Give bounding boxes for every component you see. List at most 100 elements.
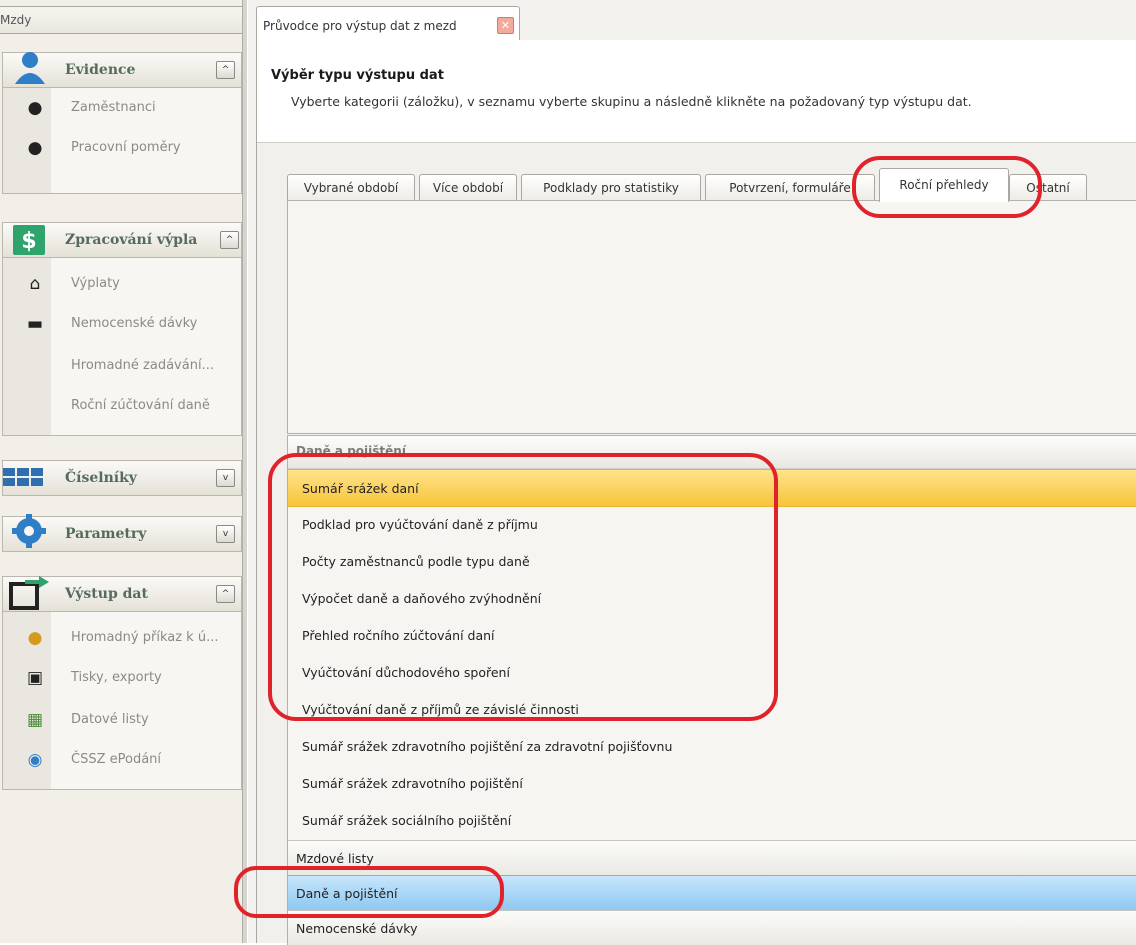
nav-item-label: Hromadný příkaz k ú... bbox=[71, 630, 219, 645]
nav-item-label: Pracovní poměry bbox=[71, 140, 181, 155]
list-item-label: Podklad pro vyúčtování daně z příjmu bbox=[302, 517, 538, 532]
nav-item-label: ČSSZ ePodání bbox=[71, 752, 162, 767]
list-item-label: Vyúčtování důchodového spoření bbox=[302, 665, 510, 680]
list-item-label: Sumář srážek sociálního pojištění bbox=[302, 813, 512, 828]
group-nemocenske-davky[interactable]: Nemocenské dávky bbox=[288, 910, 1136, 945]
group-ciselniky-header[interactable]: Číselníky v bbox=[3, 461, 241, 495]
users-icon: ● bbox=[27, 138, 43, 158]
list-item-label: Počty zaměstnanců podle typu daně bbox=[302, 554, 530, 569]
datasheet-icon: ▦ bbox=[26, 710, 44, 730]
collapse-button[interactable]: ^ bbox=[216, 585, 235, 603]
nav-item-label: Nemocenské dávky bbox=[71, 316, 198, 331]
bed-icon: ▬ bbox=[26, 314, 44, 334]
svg-text:$: $ bbox=[21, 229, 36, 254]
list-item-label: Přehled ročního zúčtování daní bbox=[302, 628, 495, 643]
nav-item-label: Zaměstnanci bbox=[71, 100, 156, 115]
list-item[interactable]: Podklad pro vyúčtování daně z příjmu bbox=[288, 506, 1136, 542]
document-tab-label: Průvodce pro výstup dat z mezd bbox=[263, 19, 457, 33]
list-item[interactable]: Sumář srážek zdravotního pojištění bbox=[288, 765, 1136, 801]
navigation-panel: Mzdy Evidence ^ ● Zaměstnanci ● Pracovní… bbox=[0, 0, 246, 943]
group-parametry: Parametry v bbox=[2, 514, 242, 552]
nav-item-label: Hromadné zadávání... bbox=[71, 358, 214, 373]
group-label: Parametry bbox=[65, 526, 147, 542]
list-item-label: Vyúčtování daně z příjmů ze závislé činn… bbox=[302, 702, 579, 717]
export-icon bbox=[9, 576, 49, 610]
main-area: Průvodce pro výstup dat z mezd ✕ Výběr t… bbox=[248, 0, 1136, 945]
nav-item-label: Tisky, exporty bbox=[71, 670, 162, 685]
tab-panel bbox=[287, 200, 1136, 434]
group-row-label: Daně a pojištění bbox=[296, 886, 398, 901]
close-icon[interactable]: ✕ bbox=[497, 17, 514, 34]
list-category-label: Daně a pojištění bbox=[296, 444, 406, 458]
user-icon bbox=[15, 52, 45, 84]
output-list: Daně a pojištění Sumář srážek daní Podkl… bbox=[287, 435, 1136, 945]
group-vystup-dat: Výstup dat ^ ● Hromadný příkaz k ú... ▣ … bbox=[2, 576, 242, 790]
nav-item-label: Datové listy bbox=[71, 712, 149, 727]
group-label: Číselníky bbox=[65, 470, 137, 486]
collapse-button[interactable]: ^ bbox=[216, 61, 235, 79]
group-evidence-header[interactable]: Evidence ^ bbox=[3, 52, 241, 88]
page-description: Vyberte kategorii (záložku), v seznamu v… bbox=[291, 94, 972, 109]
tab-vybrane-obdobi[interactable]: Vybrané období bbox=[287, 174, 415, 202]
tab-rocni-prehledy[interactable]: Roční přehledy bbox=[879, 168, 1009, 202]
nav-item-datove-listy[interactable]: ▦ Datové listy bbox=[3, 701, 241, 739]
group-dane-a-pojisteni[interactable]: Daně a pojištění bbox=[288, 875, 1136, 910]
tab-ostatni[interactable]: Ostatní bbox=[1009, 174, 1087, 202]
list-item-label: Výpočet daně a daňového zvýhodnění bbox=[302, 591, 542, 606]
nav-item-pracovni-pomery[interactable]: ● Pracovní poměry bbox=[3, 129, 241, 167]
list-item[interactable]: Vyúčtování daně z příjmů ze závislé činn… bbox=[288, 691, 1136, 727]
expand-button[interactable]: v bbox=[216, 469, 235, 487]
list-item-label: Sumář srážek zdravotního pojištění bbox=[302, 776, 523, 791]
group-label: Evidence bbox=[65, 62, 136, 78]
list-item[interactable]: Vyúčtování důchodového spoření bbox=[288, 654, 1136, 690]
group-vystup-dat-header[interactable]: Výstup dat ^ bbox=[3, 576, 241, 612]
nav-item-label: Roční zúčtování daně bbox=[71, 398, 210, 413]
nav-item-hromadne-zadavani[interactable]: Hromadné zadávání... bbox=[3, 347, 241, 385]
list-item[interactable]: Výpočet daně a daňového zvýhodnění bbox=[288, 580, 1136, 616]
nav-item-nemocenske-davky[interactable]: ▬ Nemocenské dávky bbox=[3, 305, 241, 343]
list-item-label: Sumář srážek daní bbox=[302, 481, 419, 496]
coins-icon: ● bbox=[27, 628, 43, 648]
group-label: Výstup dat bbox=[65, 586, 148, 602]
wizard-header: Výběr typu výstupu dat Vyberte kategorii… bbox=[257, 40, 1136, 143]
gear-icon bbox=[12, 514, 46, 548]
list-item[interactable]: Sumář srážek daní bbox=[288, 469, 1136, 507]
list-item[interactable]: Sumář srážek sociálního pojištění bbox=[288, 802, 1136, 838]
panel-title: Mzdy bbox=[0, 6, 243, 34]
wizard-content: Výběr typu výstupu dat Vyberte kategorii… bbox=[256, 40, 1136, 945]
bank-icon: ⌂ bbox=[29, 274, 41, 294]
group-parametry-header[interactable]: Parametry v bbox=[3, 514, 241, 551]
group-ciselniky: Číselníky v bbox=[2, 460, 242, 496]
list-item[interactable]: Přehled ročního zúčtování daní bbox=[288, 617, 1136, 653]
group-evidence: Evidence ^ ● Zaměstnanci ● Pracovní pomě… bbox=[2, 52, 242, 194]
user-icon: ● bbox=[27, 98, 43, 118]
group-zpracovani-header[interactable]: $ Zpracování výpla ^ bbox=[3, 223, 241, 258]
expand-button[interactable]: v bbox=[216, 525, 235, 543]
group-mzdove-listy[interactable]: Mzdové listy bbox=[288, 840, 1136, 875]
grid-icon bbox=[3, 468, 43, 486]
panel-splitter[interactable] bbox=[242, 0, 247, 943]
nav-item-cssz-epodani[interactable]: ◉ ČSSZ ePodání bbox=[3, 741, 241, 779]
nav-item-rocni-zuctovani[interactable]: Roční zúčtování daně bbox=[3, 387, 241, 425]
dollar-icon: $ bbox=[13, 225, 45, 255]
list-item-label: Sumář srážek zdravotního pojištění za zd… bbox=[302, 739, 673, 754]
tab-vice-obdobi[interactable]: Více období bbox=[419, 174, 517, 202]
tab-podklady-statistiky[interactable]: Podklady pro statistiky bbox=[521, 174, 701, 202]
category-tabs: Vybrané období Více období Podklady pro … bbox=[287, 168, 1107, 202]
globe-doc-icon: ◉ bbox=[27, 750, 43, 770]
tab-potvrzeni-formulare[interactable]: Potvrzení, formuláře bbox=[705, 174, 875, 202]
group-row-label: Nemocenské dávky bbox=[296, 921, 418, 936]
collapse-button[interactable]: ^ bbox=[220, 231, 239, 249]
document-tab[interactable]: Průvodce pro výstup dat z mezd ✕ bbox=[256, 6, 520, 41]
nav-item-label: Výplaty bbox=[71, 276, 120, 291]
nav-item-tisky-exporty[interactable]: ▣ Tisky, exporty bbox=[3, 659, 241, 697]
page-title: Výběr typu výstupu dat bbox=[271, 68, 444, 83]
nav-item-vyplaty[interactable]: ⌂ Výplaty bbox=[3, 265, 241, 303]
list-item[interactable]: Sumář srážek zdravotního pojištění za zd… bbox=[288, 728, 1136, 764]
nav-item-hromadny-prikaz[interactable]: ● Hromadný příkaz k ú... bbox=[3, 619, 241, 657]
printer-icon: ▣ bbox=[26, 668, 44, 688]
list-item[interactable]: Počty zaměstnanců podle typu daně bbox=[288, 543, 1136, 579]
group-label: Zpracování výpla bbox=[65, 232, 198, 248]
group-row-label: Mzdové listy bbox=[296, 851, 374, 866]
nav-item-zamestnanci[interactable]: ● Zaměstnanci bbox=[3, 89, 241, 127]
